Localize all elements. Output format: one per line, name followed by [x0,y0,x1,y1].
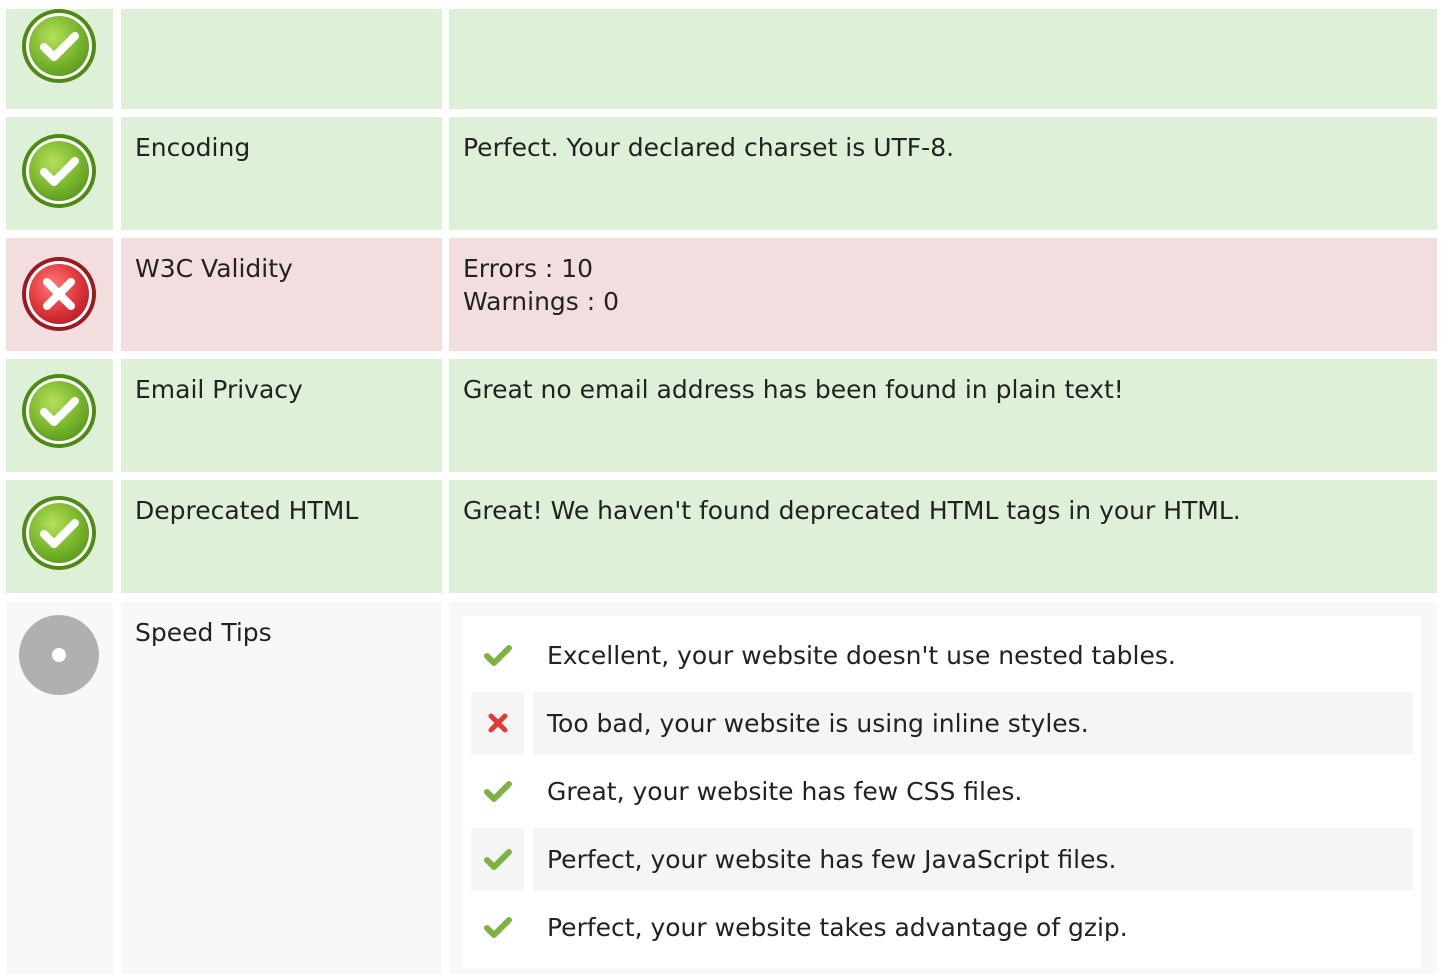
row-label [121,9,442,109]
row-value: Great no email address has been found in… [449,359,1437,472]
result-row-speed-tips: Speed Tips Excellent, your website doesn… [0,602,1449,974]
value-line: Perfect. Your declared charset is UTF-8. [463,133,955,162]
row-icon-cell [6,117,113,230]
cross-icon [471,692,524,754]
check-circle-icon [19,493,99,573]
speed-tip-item: Too bad, your website is using inline st… [471,692,1413,754]
speed-tip-item: Excellent, your website doesn't use nest… [471,624,1413,686]
row-icon-cell [6,480,113,593]
check-icon [471,896,524,958]
speed-tip-text: Perfect, your website takes advantage of… [547,912,1128,942]
row-icon-cell [6,238,113,351]
speed-tip-item: Great, your website has few CSS files. [471,760,1413,822]
check-icon [471,828,524,890]
row-label: W3C Validity [121,238,442,351]
row-label: Encoding [121,117,442,230]
speed-tip-text: Perfect, your website has few JavaScript… [533,828,1413,890]
check-circle-icon [19,371,99,451]
speed-tip-text: Great, your website has few CSS files. [547,776,1023,806]
row-value [449,9,1437,109]
row-label: Email Privacy [121,359,442,472]
error-circle-icon [19,254,99,334]
check-icon [471,624,524,686]
row-icon-cell [6,9,113,109]
row-icon-cell [6,602,113,974]
result-row-top [0,9,1449,109]
row-value: Great! We haven't found deprecated HTML … [449,480,1437,593]
speed-tip-item: Perfect, your website has few JavaScript… [471,828,1413,890]
row-label: Speed Tips [121,602,442,974]
speed-tip-text: Too bad, your website is using inline st… [533,692,1413,754]
value-line-warnings: Warnings : 0 [463,287,620,316]
value-line-errors: Errors : 10 [463,254,594,283]
row-value: Excellent, your website doesn't use nest… [449,602,1437,974]
row-value: Errors : 10 Warnings : 0 [449,238,1437,351]
check-circle-icon [19,6,99,86]
results-table: Encoding Perfect. Your declared charset … [0,0,1449,974]
speed-tip-item: Perfect, your website takes advantage of… [471,896,1413,958]
value-line: Great! We haven't found deprecated HTML … [463,496,1241,525]
value-line: Great no email address has been found in… [463,375,1124,404]
result-row-deprecated-html: Deprecated HTML Great! We haven't found … [0,480,1449,593]
speed-tips-list: Excellent, your website doesn't use nest… [463,616,1421,968]
row-label: Deprecated HTML [121,480,442,593]
result-row-w3c-validity: W3C Validity Errors : 10 Warnings : 0 [0,238,1449,351]
result-row-email-privacy: Email Privacy Great no email address has… [0,359,1449,472]
row-icon-cell [6,359,113,472]
result-row-encoding: Encoding Perfect. Your declared charset … [0,117,1449,230]
row-value: Perfect. Your declared charset is UTF-8. [449,117,1437,230]
speed-tip-text: Excellent, your website doesn't use nest… [547,640,1176,670]
check-circle-icon [19,131,99,211]
info-circle-icon [19,615,99,695]
check-icon [471,760,524,822]
